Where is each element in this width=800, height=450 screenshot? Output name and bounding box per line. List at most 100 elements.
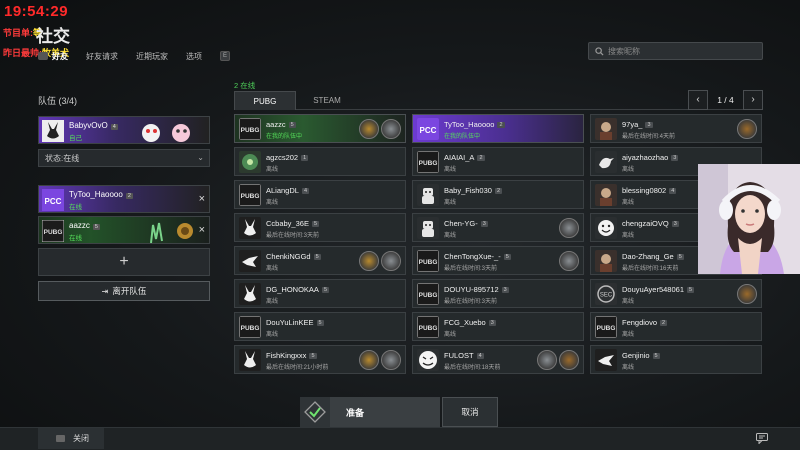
friend-level-badge: 2 — [494, 188, 503, 194]
friend-card[interactable]: Chen-YG- 3 离线 — [412, 213, 584, 242]
search-input[interactable]: 搜索昵称 — [608, 46, 640, 57]
rank-medal-icon — [381, 251, 401, 271]
friend-level-badge: 5 — [309, 353, 317, 359]
friend-card[interactable]: PUBG DouYuLinKEE 5 离线 — [234, 312, 406, 341]
rank-medal-icon — [359, 119, 379, 139]
friend-level-badge: 5 — [652, 353, 660, 359]
friend-level-badge: 4 — [301, 188, 310, 194]
tab-recent-players[interactable]: 近期玩家 — [136, 51, 168, 62]
friend-card[interactable]: agzcs202 1 离线 — [234, 147, 406, 176]
status-dropdown-value: 状态:在线 — [45, 153, 80, 163]
next-page-button[interactable]: › — [743, 90, 763, 110]
friend-medals — [357, 119, 401, 139]
pubg-avatar-icon: PUBG — [595, 316, 617, 338]
kick-member-icon[interactable]: × — [199, 193, 205, 205]
crow-avatar-icon — [239, 250, 261, 272]
friend-card[interactable]: PUBG Fengdiovo 2 离线 — [590, 312, 762, 341]
friend-name: Chen-YG- 3 — [444, 219, 488, 228]
rank-medal-icon — [359, 251, 379, 271]
keyboard-key-icon — [56, 435, 65, 442]
friend-medals — [735, 284, 757, 304]
rabbit-avatar-icon — [239, 217, 261, 239]
friend-card[interactable]: ChenkiNGGd 5 离线 — [234, 246, 406, 275]
rank-medal-icon — [537, 350, 557, 370]
gamepad-icon — [38, 52, 48, 60]
party-member-card[interactable]: PUBG aazzc 5 在线 × — [38, 216, 210, 244]
tab-friends[interactable]: 好友 — [52, 51, 68, 62]
friend-card[interactable]: Baby_Fish030 2 离线 — [412, 180, 584, 209]
friend-status: 离线 — [622, 365, 635, 371]
online-count: 2 在线 — [234, 81, 256, 90]
friend-card[interactable]: Genjinio 5 离线 — [590, 345, 762, 374]
rank-medal-icon — [559, 218, 579, 238]
svg-text:PUBG: PUBG — [241, 193, 260, 200]
friend-status: 离线 — [266, 299, 279, 305]
friend-name: FCG_Xuebo 3 — [444, 318, 496, 327]
friend-card[interactable]: PUBG DOUYU-895712 3 最后在线时间:3天前 — [412, 279, 584, 308]
leave-party-label: 离开队伍 — [112, 286, 147, 296]
tab-friend-requests[interactable]: 好友请求 — [86, 51, 118, 62]
robot-avatar-icon — [417, 184, 439, 206]
streamer-webcam-image — [698, 164, 800, 274]
party-member-card[interactable]: PCC TyToo_Haoooo 2 在线 × — [38, 185, 210, 213]
friend-name: Genjinio 5 — [622, 351, 660, 360]
svg-text:PCC: PCC — [420, 126, 437, 135]
cancel-button[interactable]: 取消 — [442, 397, 498, 427]
friend-level-badge: 5 — [321, 287, 329, 293]
tab-options[interactable]: 选项 — [186, 51, 202, 62]
friend-status: 最后在线时间:3天前 — [444, 266, 498, 272]
friend-status: 在我的队伍中 — [266, 134, 303, 140]
pubg-avatar-icon: PUBG — [239, 316, 261, 338]
overlay-program-label: 节目单: — [3, 28, 33, 38]
friend-card[interactable]: PCC TyToo_Haoooo 2 在我的队伍中 — [412, 114, 584, 143]
party-leader-card[interactable]: BabyvOvO 4 自己 — [38, 116, 210, 144]
friend-card[interactable]: Ccbaby_36E 5 最后在线时间:3天前 — [234, 213, 406, 242]
check-icon — [300, 397, 330, 427]
ready-button[interactable]: 准备 — [300, 397, 440, 427]
friend-card[interactable]: PUBG ChenTongXue-_- 5 最后在线时间:3天前 — [412, 246, 584, 275]
pubg-avatar-icon: PUBG — [417, 316, 439, 338]
friend-status: 最后在线时间:3天前 — [444, 299, 498, 305]
rank-medal-icon — [381, 119, 401, 139]
friend-status: 最后在线时间:21小时前 — [266, 365, 329, 371]
invite-slot-button[interactable]: + — [38, 248, 210, 276]
friend-card[interactable]: FULOST 4 最后在线时间:18天前 — [412, 345, 584, 374]
close-button[interactable]: 关闭 — [38, 428, 104, 449]
friend-name: DouyuAyer548061 5 — [622, 285, 695, 294]
crow-avatar-icon — [595, 349, 617, 371]
friend-card[interactable]: PUBG AIAIAI_A 2 离线 — [412, 147, 584, 176]
friend-card[interactable]: PUBG ALiangDL 4 离线 — [234, 180, 406, 209]
friend-card[interactable]: PUBG FCG_Xuebo 3 离线 — [412, 312, 584, 341]
chat-icon[interactable] — [756, 433, 768, 444]
overlay-yesterday-label: 昨日最帅: — [3, 48, 42, 58]
friend-card[interactable]: SEC DouyuAyer548061 5 离线 — [590, 279, 762, 308]
tab-steam[interactable]: STEAM — [296, 91, 358, 110]
friend-card[interactable]: FishKingxxx 5 最后在线时间:21小时前 — [234, 345, 406, 374]
friend-status: 最后在线时间:4天前 — [622, 134, 676, 140]
kick-member-icon[interactable]: × — [199, 224, 205, 236]
friend-medals — [357, 350, 401, 370]
banner-art — [142, 124, 190, 142]
friend-status: 离线 — [444, 200, 457, 206]
friend-card[interactable]: PUBG aazzc 5 在我的队伍中 — [234, 114, 406, 143]
pubg-avatar-icon: PUBG — [239, 184, 261, 206]
friend-level-badge: 5 — [676, 254, 684, 260]
key-hint-badge: E — [220, 51, 230, 61]
status-dropdown[interactable]: 状态:在线 ⌄ — [38, 149, 210, 167]
friend-card[interactable]: 97ya_ 3 最后在线时间:4天前 — [590, 114, 762, 143]
friend-medals — [535, 350, 579, 370]
friend-name: aazzc 5 — [266, 120, 296, 129]
tab-pubg[interactable]: PUBG — [234, 91, 296, 110]
pubg-avatar-icon: PUBG — [42, 220, 64, 242]
friend-level-badge: 3 — [501, 287, 509, 293]
char-avatar-icon — [595, 250, 617, 272]
search-box[interactable]: 搜索昵称 — [588, 42, 763, 60]
friend-card[interactable]: DG_HONOKAA 5 离线 — [234, 279, 406, 308]
leave-party-button[interactable]: ⇥ 离开队伍 — [38, 281, 210, 301]
friend-status: 最后在线时间:18天前 — [444, 365, 501, 371]
friend-status: 离线 — [622, 200, 635, 206]
platform-tabs: PUBG STEAM — [234, 91, 762, 110]
friend-level-badge: 2 — [660, 320, 668, 326]
prev-page-button[interactable]: ‹ — [688, 90, 708, 110]
friend-level-badge: 5 — [503, 254, 511, 260]
